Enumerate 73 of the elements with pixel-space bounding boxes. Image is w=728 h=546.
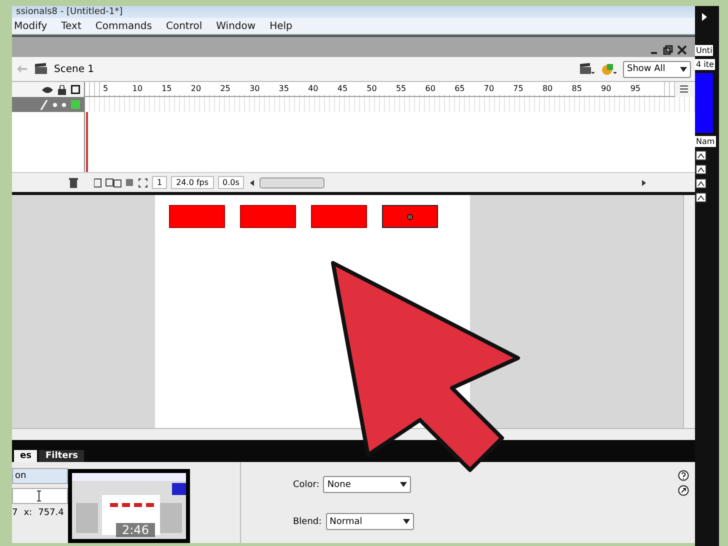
blend-dropdown[interactable]: Normal [326,513,414,530]
library-item-icon[interactable] [695,192,707,203]
layer-color-icon [71,100,80,109]
caret-icon [680,66,687,72]
trash-icon[interactable] [69,178,78,188]
edit-markers-icon[interactable] [138,178,148,188]
frame-rate: 24.0 fps [171,176,214,189]
onion-skin-icon[interactable] [94,178,134,188]
eye-icon[interactable] [42,86,53,94]
crosshair-icon [407,214,413,220]
panel-tab[interactable]: es [14,450,38,462]
text-cursor-icon [35,490,43,502]
elapsed-time: 0.0s [218,176,244,189]
window-title: ssionals8 - [Untitled-1*] [12,6,695,18]
item-count: 4 ite [695,59,715,70]
frame-number: 85 [572,82,602,95]
rectangle-shape[interactable] [382,205,438,228]
frame-number: 55 [396,82,426,95]
text-field[interactable] [12,488,68,504]
library-item-icon[interactable] [695,150,707,161]
frame-number: 45 [337,82,367,95]
frame-number: 50 [366,82,396,95]
shapes-icon[interactable] [601,62,617,76]
position-text: 757.4 [38,508,64,518]
frame-number: 15 [162,82,191,95]
vertical-scrollbar[interactable] [683,195,695,430]
frame-cells[interactable] [85,97,695,112]
menu-item[interactable]: Help [270,20,292,32]
frame-number: 5 [103,82,132,95]
clapperboard-icon [34,63,48,75]
scene-name: Scene 1 [54,64,94,74]
pencil-icon [40,100,48,110]
menu-item[interactable]: Control [166,20,202,32]
frame-number: 95 [630,82,660,95]
frame-number: 10 [132,82,162,95]
playhead-line[interactable] [85,112,89,172]
zoom-dropdown[interactable]: Show All [623,60,691,78]
library-item-icon[interactable] [695,164,707,175]
document-dropdown[interactable]: Unti [695,45,714,56]
dot-icon[interactable] [53,102,57,106]
caret-icon [402,519,410,524]
video-duration: 2:46 [116,523,155,537]
help-icon[interactable] [678,470,689,481]
instance-field[interactable]: on [12,468,68,484]
menu-item[interactable]: Modify [14,20,48,32]
frame-number: 90 [601,82,630,95]
panel-tab[interactable]: Filters [39,450,84,462]
close-icon[interactable] [677,45,687,55]
preview-panel [695,73,713,133]
clapperboard-icon[interactable] [579,62,595,76]
name-column-header[interactable]: Nam [695,136,716,147]
outline-icon[interactable] [71,85,80,94]
menu-item[interactable]: Window [216,20,256,32]
dot-icon[interactable] [62,102,66,106]
restore-icon[interactable] [663,45,673,55]
frame-number: 20 [190,82,220,95]
position-text: x: [24,508,32,518]
library-item-icon[interactable] [695,178,707,189]
frame-number: 80 [542,82,572,95]
current-frame: 1 [152,176,168,189]
frame-number: 60 [425,82,455,95]
color-label: Color: [293,480,320,490]
blend-label: Blend: [293,516,322,526]
frame-number: 75 [513,82,542,95]
position-text: 7 [12,508,18,518]
menu-item[interactable]: Commands [95,20,152,32]
caret-icon [400,482,408,487]
menu-item[interactable]: Text [61,20,82,32]
lock-icon[interactable] [58,84,66,94]
expand-icon[interactable] [678,485,689,496]
timeline-scrollbar[interactable] [248,176,648,188]
frame-number: 40 [308,82,338,95]
color-dropdown[interactable]: None [323,476,412,493]
